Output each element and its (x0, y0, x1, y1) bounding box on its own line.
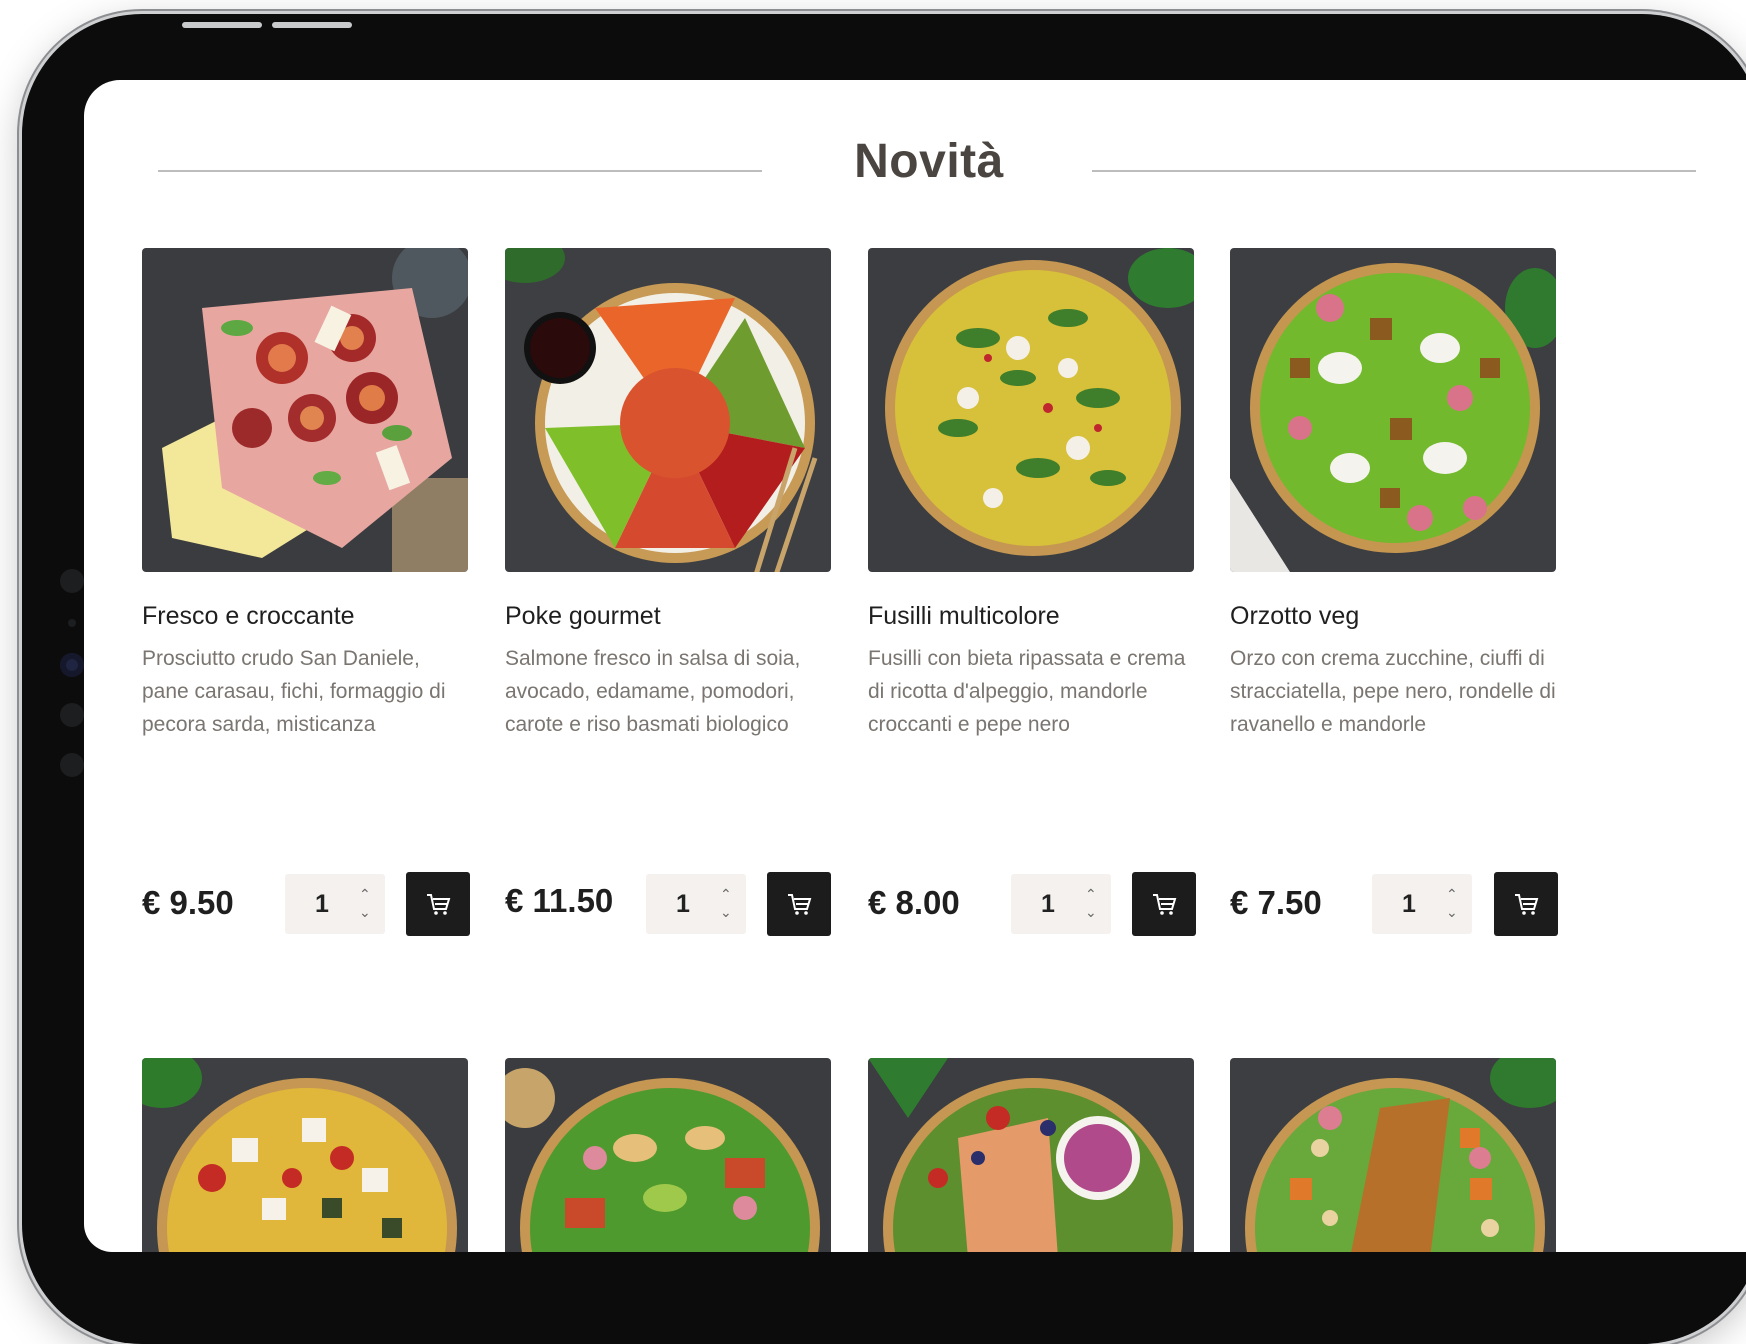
tablet-screen: Novità Fresco e croccante Prosciutto cru… (84, 80, 1746, 1252)
quantity-stepper[interactable]: 1 ⌃ ⌄ (1011, 874, 1111, 934)
add-to-cart-button[interactable] (1494, 872, 1558, 936)
salmon-bowl-icon (868, 1058, 1194, 1252)
product-price: € 7.50 (1230, 884, 1322, 921)
product-photo[interactable] (142, 248, 468, 572)
chevron-down-icon[interactable]: ⌄ (359, 905, 373, 919)
fig-prosciutto-plate-icon (142, 248, 468, 572)
product-name[interactable]: Fusilli multicolore (868, 600, 1194, 632)
product-name[interactable]: Orzotto veg (1230, 600, 1556, 632)
volume-button (182, 22, 262, 28)
poke-bowl-icon (505, 248, 831, 572)
section-title: Novità (854, 135, 1004, 188)
product-card: Fresco e croccante Prosciutto crudo San … (142, 248, 470, 936)
purchase-row: € 9.50 1 ⌃ ⌄ (142, 872, 470, 936)
fusilli-bowl-icon (868, 248, 1194, 572)
product-price: € 9.50 (142, 884, 234, 921)
product-card (142, 1058, 468, 1252)
product-description: Fusilli con bieta ripassata e crema di r… (868, 647, 1186, 736)
product-description: Prosciutto crudo San Daniele, pane caras… (142, 647, 446, 736)
product-photo[interactable] (505, 248, 831, 572)
product-name[interactable]: Fresco e croccante (142, 600, 468, 632)
product-card (868, 1058, 1194, 1252)
title-divider-left (158, 170, 762, 172)
add-to-cart-button[interactable] (767, 872, 831, 936)
quantity-stepper[interactable]: 1 ⌃ ⌄ (285, 874, 385, 934)
product-card (1230, 1058, 1556, 1252)
sensor-dot (60, 703, 84, 727)
title-divider-right (1092, 170, 1696, 172)
product-name[interactable]: Poke gourmet (505, 600, 831, 632)
camera-lens (60, 653, 84, 677)
add-to-cart-button[interactable] (1132, 872, 1196, 936)
chevron-down-icon[interactable]: ⌄ (1085, 905, 1099, 919)
chevron-down-icon[interactable]: ⌄ (1446, 905, 1460, 919)
chevron-up-icon[interactable]: ⌃ (720, 887, 734, 901)
product-card: Fusilli multicolore Fusilli con bieta ri… (868, 248, 1196, 936)
product-price: € 11.50 (505, 882, 614, 919)
camera-sensors (60, 569, 84, 803)
product-photo[interactable] (142, 1058, 468, 1252)
sensor-dot (68, 619, 76, 627)
quantity-stepper[interactable]: 1 ⌃ ⌄ (646, 874, 746, 934)
product-card: Poke gourmet Salmone fresco in salsa di … (505, 248, 831, 936)
purchase-row: € 11.50 1 ⌃ ⌄ (505, 872, 831, 936)
shopping-cart-icon (1153, 894, 1177, 915)
salad-bowl-icon (505, 1058, 831, 1252)
add-to-cart-button[interactable] (406, 872, 470, 936)
chevron-up-icon[interactable]: ⌃ (359, 887, 373, 901)
quantity-value[interactable]: 1 (1402, 890, 1416, 919)
purchase-row: € 7.50 1 ⌃ ⌄ (1230, 872, 1558, 936)
product-photo[interactable] (868, 1058, 1194, 1252)
shopping-cart-icon (788, 894, 812, 915)
product-photo[interactable] (868, 248, 1194, 572)
product-description: Orzo con crema zucchine, ciuffi di strac… (1230, 647, 1556, 736)
shopping-cart-icon (427, 894, 451, 915)
product-photo[interactable] (1230, 1058, 1556, 1252)
product-card: Orzotto veg Orzo con crema zucchine, ciu… (1230, 248, 1558, 936)
quantity-value[interactable]: 1 (676, 890, 690, 919)
product-photo[interactable] (1230, 248, 1556, 572)
couscous-bowl-icon (142, 1058, 468, 1252)
product-description: Salmone fresco in salsa di soia, avocado… (505, 647, 801, 736)
volume-button (272, 22, 352, 28)
quantity-value[interactable]: 1 (1041, 890, 1055, 919)
chevron-up-icon[interactable]: ⌃ (1085, 887, 1099, 901)
product-price: € 8.00 (868, 884, 960, 921)
chevron-down-icon[interactable]: ⌄ (720, 905, 734, 919)
orzotto-bowl-icon (1230, 248, 1556, 572)
purchase-row: € 8.00 1 ⌃ ⌄ (868, 872, 1196, 936)
chevron-up-icon[interactable]: ⌃ (1446, 887, 1460, 901)
quantity-stepper[interactable]: 1 ⌃ ⌄ (1372, 874, 1472, 934)
product-card (505, 1058, 831, 1252)
sensor-dot (60, 753, 84, 777)
quantity-value[interactable]: 1 (315, 890, 329, 919)
sensor-dot (60, 569, 84, 593)
product-photo[interactable] (505, 1058, 831, 1252)
shopping-cart-icon (1515, 894, 1539, 915)
cutlet-bowl-icon (1230, 1058, 1556, 1252)
